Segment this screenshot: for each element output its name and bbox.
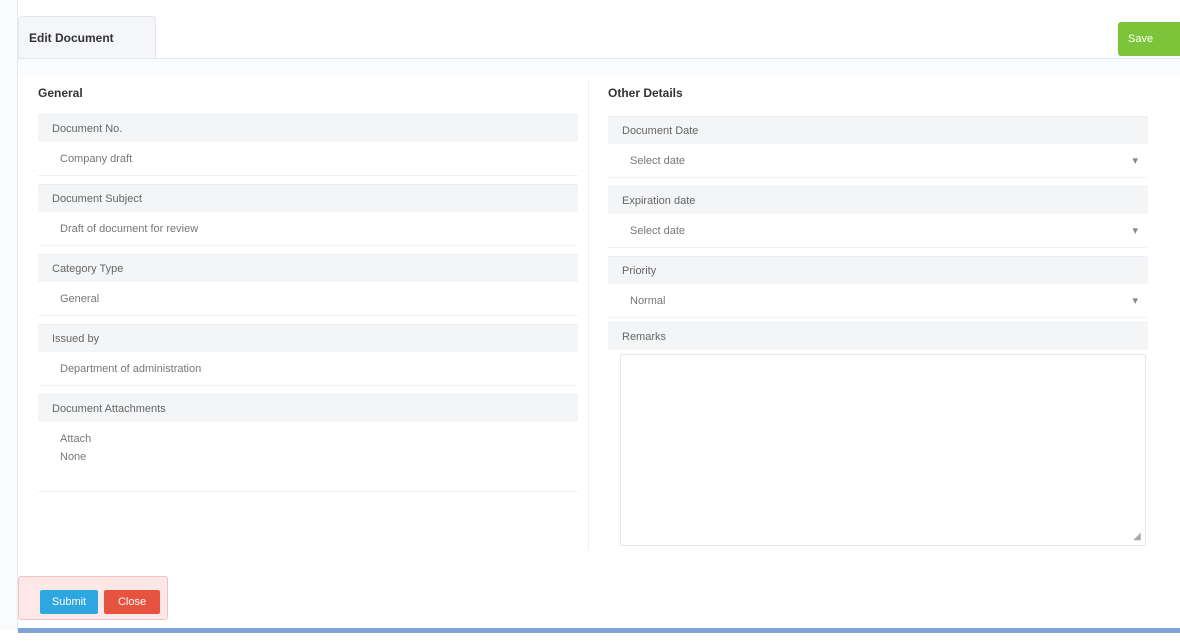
priority-select[interactable]: Normal ▾ [608,284,1148,318]
chevron-down-icon[interactable]: ▾ [1132,284,1138,318]
field-value-input[interactable]: General [38,282,578,316]
field-value-input[interactable]: Draft of document for review [38,212,578,246]
column-divider [588,80,589,550]
field-document-date: Document Date Select date ▾ [608,116,1148,178]
field-label: Category Type [38,254,578,282]
chevron-down-icon[interactable]: ▾ [1132,144,1138,178]
field-value: Select date [630,155,686,167]
date-picker-input[interactable]: Select date ▾ [608,144,1148,178]
field-category-type: Category Type General [38,254,578,316]
left-rail [0,0,18,630]
field-value: Select date [630,225,686,237]
field-label: Priority [608,256,1148,284]
date-picker-input[interactable]: Select date ▾ [608,214,1148,248]
field-label: Document Attachments [38,394,578,422]
field-label: Document No. [38,114,578,142]
field-label: Issued by [38,324,578,352]
field-expiration-date: Expiration date Select date ▾ [608,186,1148,248]
remarks-textarea[interactable]: ◢ [620,354,1146,546]
section-title-other-details: Other Details [608,86,683,100]
field-label: Expiration date [608,186,1148,214]
section-title-general: General [38,86,83,100]
top-save-button[interactable]: Save [1118,22,1180,56]
window-tab-title[interactable]: Edit Document [18,16,156,58]
close-button[interactable]: Close [104,590,160,614]
field-document-subject: Document Subject Draft of document for r… [38,184,578,246]
attachments-list[interactable]: Attach None [38,422,578,492]
field-document-no: Document No. Company draft [38,114,578,176]
field-value: Normal [630,295,666,307]
edit-document-window: Edit Document Save General Document No. … [0,0,1180,641]
resize-handle-icon[interactable]: ◢ [1131,531,1143,543]
field-priority: Priority Normal ▾ [608,256,1148,318]
chevron-down-icon[interactable]: ▾ [1132,214,1138,248]
field-value-input[interactable]: Department of administration [38,352,578,386]
header-strip [18,58,1180,76]
field-label: Document Date [608,116,1148,144]
field-label: Remarks [608,322,1148,350]
field-label: Document Subject [38,184,578,212]
window-bottom-border [18,628,1180,633]
field-value-input[interactable]: Company draft [38,142,578,176]
submit-button[interactable]: Submit [40,590,98,614]
field-issued-by: Issued by Department of administration [38,324,578,386]
field-attachments: Document Attachments Attach None [38,394,578,492]
field-remarks: Remarks [608,322,1148,350]
